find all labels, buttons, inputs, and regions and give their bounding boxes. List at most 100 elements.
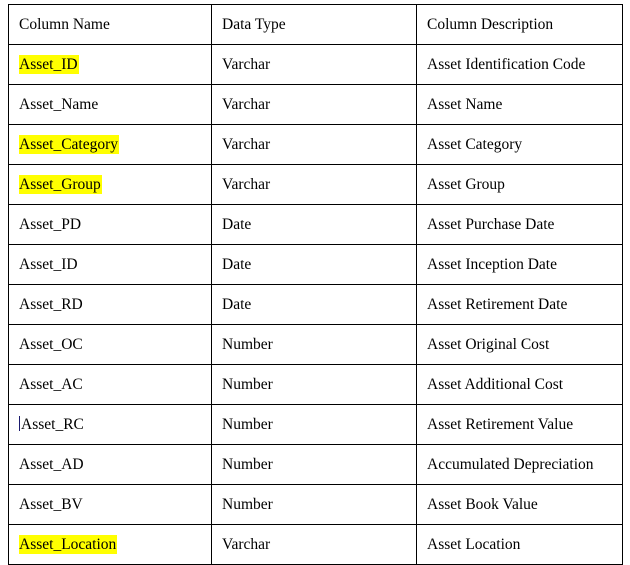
table-header: Column Name Data Type Column Description bbox=[8, 4, 623, 45]
data-type-value: Number bbox=[222, 496, 273, 513]
column-description-value: Asset Group bbox=[427, 176, 505, 193]
data-type-value: Date bbox=[222, 296, 252, 313]
header-cell-data-type: Data Type bbox=[211, 4, 417, 45]
column-description-value: Asset Retirement Date bbox=[427, 296, 568, 313]
table-row: Asset_Group Varchar Asset Group bbox=[8, 164, 623, 205]
data-type-value: Number bbox=[222, 456, 273, 473]
column-name-highlighted: Asset_ID bbox=[19, 55, 79, 74]
column-description-value: Asset Category bbox=[427, 136, 523, 153]
cell-column-name: Asset_Name bbox=[8, 84, 212, 125]
cell-column-description: Asset Inception Date bbox=[416, 244, 623, 285]
cell-column-name: Asset_AD bbox=[8, 444, 212, 485]
cell-column-name: Asset_ID bbox=[8, 244, 212, 285]
cell-column-description: Asset Identification Code bbox=[416, 44, 623, 85]
cell-data-type: Varchar bbox=[211, 44, 417, 85]
table-row: Asset_Location Varchar Asset Location bbox=[8, 524, 623, 565]
cell-column-description: Asset Book Value bbox=[416, 484, 623, 525]
cell-data-type: Number bbox=[211, 484, 417, 525]
column-description-value: Asset Identification Code bbox=[427, 56, 586, 73]
table-row: Asset_BV Number Asset Book Value bbox=[8, 484, 623, 525]
cell-column-description: Accumulated Depreciation bbox=[416, 444, 623, 485]
cell-data-type: Varchar bbox=[211, 84, 417, 125]
cell-column-description: Asset Retirement Value bbox=[416, 404, 623, 445]
cell-column-description: Asset Group bbox=[416, 164, 623, 205]
column-name-value: Asset_AD bbox=[19, 456, 84, 473]
header-cell-column-name: Column Name bbox=[8, 4, 212, 45]
cell-data-type: Date bbox=[211, 244, 417, 285]
column-name-value: Asset_RD bbox=[19, 296, 83, 313]
cell-column-name: Asset_RD bbox=[8, 284, 212, 325]
table-row: Asset_Category Varchar Asset Category bbox=[8, 124, 623, 165]
table-row: Asset_RC Number Asset Retirement Value bbox=[8, 404, 623, 445]
column-description-value: Asset Original Cost bbox=[427, 336, 550, 353]
data-type-value: Varchar bbox=[222, 56, 271, 73]
header-cell-column-description: Column Description bbox=[416, 4, 623, 45]
text-caret bbox=[19, 416, 20, 431]
cell-column-name: Asset_Location bbox=[8, 524, 212, 565]
column-description-value: Asset Purchase Date bbox=[427, 216, 555, 233]
cell-data-type: Number bbox=[211, 404, 417, 445]
cell-data-type: Date bbox=[211, 204, 417, 245]
data-type-value: Varchar bbox=[222, 96, 271, 113]
table-row: Asset_PD Date Asset Purchase Date bbox=[8, 204, 623, 245]
table-header-row: Column Name Data Type Column Description bbox=[8, 4, 623, 45]
header-label-data-type: Data Type bbox=[222, 16, 286, 33]
table-row: Asset_ID Varchar Asset Identification Code bbox=[8, 44, 623, 85]
cell-column-description: Asset Location bbox=[416, 524, 623, 565]
data-type-value: Varchar bbox=[222, 136, 271, 153]
table-row: Asset_AD Number Accumulated Depreciation bbox=[8, 444, 623, 485]
column-name-value: Asset_PD bbox=[19, 216, 82, 233]
cell-data-type: Number bbox=[211, 444, 417, 485]
data-type-value: Number bbox=[222, 376, 273, 393]
cell-column-description: Asset Additional Cost bbox=[416, 364, 623, 405]
cell-data-type: Varchar bbox=[211, 524, 417, 565]
column-name-value: Asset_RC bbox=[21, 416, 84, 433]
cell-column-description: Asset Name bbox=[416, 84, 623, 125]
column-description-value: Asset Location bbox=[427, 536, 521, 553]
table-row: Asset_AC Number Asset Additional Cost bbox=[8, 364, 623, 405]
cell-column-name: Asset_PD bbox=[8, 204, 212, 245]
cell-column-description: Asset Original Cost bbox=[416, 324, 623, 365]
cell-column-description: Asset Purchase Date bbox=[416, 204, 623, 245]
cell-data-type: Varchar bbox=[211, 164, 417, 205]
cell-column-name: Asset_ID bbox=[8, 44, 212, 85]
cell-column-description: Asset Category bbox=[416, 124, 623, 165]
data-type-value: Number bbox=[222, 336, 273, 353]
column-name-value: Asset_Name bbox=[19, 96, 99, 113]
cell-data-type: Number bbox=[211, 364, 417, 405]
table-body: Asset_ID Varchar Asset Identification Code… bbox=[8, 44, 623, 565]
header-label-column-name: Column Name bbox=[19, 16, 110, 33]
column-name-highlighted: Asset_Group bbox=[19, 175, 102, 194]
table-row: Asset_Name Varchar Asset Name bbox=[8, 84, 623, 125]
asset-schema-table: Column Name Data Type Column Description… bbox=[8, 4, 623, 565]
column-name-value: Asset_ID bbox=[19, 256, 78, 273]
cell-column-name: Asset_RC bbox=[8, 404, 212, 445]
data-type-value: Date bbox=[222, 216, 252, 233]
table-row: Asset_OC Number Asset Original Cost bbox=[8, 324, 623, 365]
cell-column-name: Asset_Category bbox=[8, 124, 212, 165]
column-name-highlighted: Asset_Category bbox=[19, 135, 120, 154]
data-type-value: Date bbox=[222, 256, 252, 273]
column-description-value: Asset Book Value bbox=[427, 496, 538, 513]
cell-data-type: Number bbox=[211, 324, 417, 365]
cell-data-type: Date bbox=[211, 284, 417, 325]
cell-column-name: Asset_AC bbox=[8, 364, 212, 405]
cell-column-name: Asset_OC bbox=[8, 324, 212, 365]
data-type-value: Varchar bbox=[222, 176, 271, 193]
cell-data-type: Varchar bbox=[211, 124, 417, 165]
column-description-value: Asset Inception Date bbox=[427, 256, 557, 273]
cell-column-name: Asset_BV bbox=[8, 484, 212, 525]
column-description-value: Asset Name bbox=[427, 96, 503, 113]
data-type-value: Varchar bbox=[222, 536, 271, 553]
column-name-highlighted: Asset_Location bbox=[19, 535, 118, 554]
column-description-value: Asset Additional Cost bbox=[427, 376, 564, 393]
table-row: Asset_RD Date Asset Retirement Date bbox=[8, 284, 623, 325]
column-name-value: Asset_AC bbox=[19, 376, 83, 393]
document-page: Column Name Data Type Column Description… bbox=[0, 0, 630, 565]
column-description-value: Accumulated Depreciation bbox=[427, 456, 594, 473]
data-type-value: Number bbox=[222, 416, 273, 433]
column-name-value: Asset_OC bbox=[19, 336, 83, 353]
cell-column-name: Asset_Group bbox=[8, 164, 212, 205]
header-label-column-description: Column Description bbox=[427, 16, 554, 33]
column-description-value: Asset Retirement Value bbox=[427, 416, 574, 433]
